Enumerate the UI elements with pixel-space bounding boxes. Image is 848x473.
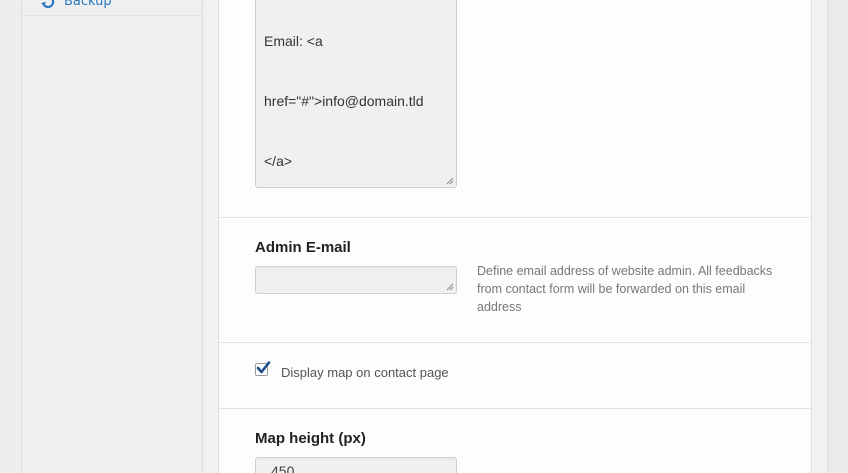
sidebar: Backup — [22, 0, 203, 473]
display-map-checkbox[interactable] — [255, 361, 271, 376]
admin-email-label: Admin E-mail — [255, 239, 351, 256]
content-gap — [203, 0, 219, 473]
resize-grip-icon[interactable] — [446, 177, 454, 185]
footer-line: href="#">info@domain.tld — [264, 93, 424, 109]
right-strip — [827, 0, 848, 473]
footer-text-section: Email: <a href="#">info@domain.tld </a> — [219, 0, 811, 218]
sidebar-item-backup[interactable]: Backup — [22, 0, 202, 16]
map-height-field[interactable]: 450 — [255, 457, 457, 473]
display-map-label: Display map on contact page — [281, 365, 449, 380]
admin-email-help: Define email address of website admin. A… — [477, 264, 773, 314]
admin-email-section: Admin E-mail Define email address of web… — [219, 218, 811, 343]
sidebar-item-label: Backup — [64, 0, 112, 9]
display-map-section: Display map on contact page — [219, 343, 811, 409]
map-height-section: Map height (px) 450 — [219, 409, 811, 473]
options-panel: Email: <a href="#">info@domain.tld </a> … — [218, 0, 812, 473]
footer-textarea[interactable]: Email: <a href="#">info@domain.tld </a> — [255, 0, 457, 188]
footer-line: </a> — [264, 153, 293, 169]
admin-email-field[interactable] — [255, 266, 457, 294]
right-gutter — [812, 0, 827, 473]
left-gutter — [0, 0, 22, 473]
backup-icon — [40, 0, 56, 10]
admin-frame: Backup Email: <a href="#">info@domain.tl… — [0, 0, 848, 473]
resize-grip-icon[interactable] — [446, 283, 454, 291]
footer-line: Email: <a — [264, 33, 323, 49]
checkmark-icon — [256, 361, 271, 374]
map-height-label: Map height (px) — [255, 430, 366, 447]
